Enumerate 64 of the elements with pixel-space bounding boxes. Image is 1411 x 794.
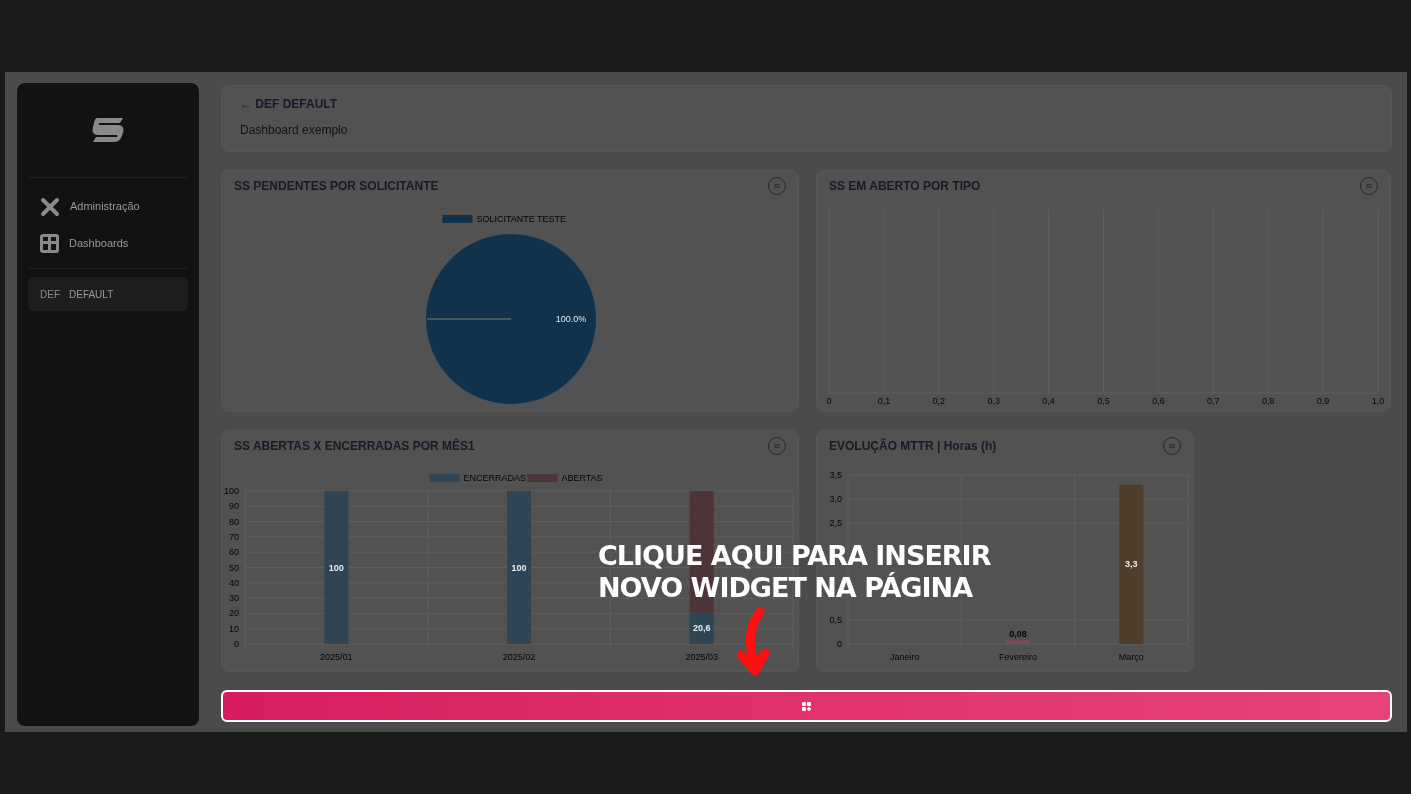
data-label: 100 (328, 562, 344, 573)
axis-label: 70 (229, 531, 239, 542)
data-label: 100.0% (555, 314, 587, 324)
widget-title: SS PENDENTES POR SOLICITANTE (234, 178, 439, 195)
axis-label: 1,0 (1371, 396, 1385, 406)
data-label: 3,3 (1125, 559, 1138, 570)
widgets-icon (802, 701, 811, 711)
axis-label: 0,8 (1261, 396, 1275, 406)
axis-label: 80 (229, 516, 239, 527)
axis-label: 2025/01 (320, 652, 353, 662)
page-subtitle: Dashboard exemplo (240, 122, 348, 139)
tutorial-hint: NOVO WIDGET NA PÁGINA (598, 572, 973, 604)
legend-swatch (442, 215, 473, 223)
tutorial-hint: CLIQUE AQUI PARA INSERIR (598, 540, 991, 572)
axis-label: Março (1118, 652, 1144, 662)
axis-label: Fevereiro (999, 652, 1037, 662)
axis-label: 30 (229, 593, 239, 604)
curved-arrow-icon (735, 607, 771, 677)
axis-label: 0,1 (877, 396, 891, 406)
legend-swatch (527, 474, 558, 482)
axis-label: 0,9 (1316, 396, 1330, 406)
legend-swatch (429, 474, 460, 482)
axis-label: 0,5 (1097, 396, 1110, 406)
data-label: 20,6 (692, 623, 711, 634)
widget-title: SS ABERTAS X ENCERRADAS POR MÊS1 (234, 437, 475, 455)
dashboard-label: DEFAULT (69, 287, 114, 302)
axis-label: 40 (229, 577, 239, 588)
axis-label: 2025/03 (685, 652, 718, 662)
widget-title: EVOLUÇÃO MTTR | Horas (h) (829, 437, 997, 455)
axis-label: 3,5 (829, 470, 842, 480)
widget-title: SS EM ABERTO POR TIPO (829, 178, 981, 195)
axis-label: 0 (234, 639, 239, 649)
axis-label: 0,3 (987, 396, 1000, 406)
dashboard-code: DEF (40, 287, 60, 302)
axis-label: 100 (223, 486, 239, 496)
axis-label: 2,5 (829, 518, 842, 529)
add-widget-button[interactable] (221, 690, 1392, 722)
axis-label: 0,7 (1207, 396, 1220, 406)
logo-icon (91, 118, 125, 142)
axis-label: 60 (229, 547, 239, 558)
legend-label: SOLICITANTE TESTE (476, 214, 567, 224)
axis-label: 0,5 (829, 614, 842, 625)
axis-label: 0,2 (932, 396, 946, 406)
legend-label: ENCERRADAS (463, 473, 526, 483)
axis-label: 50 (229, 562, 239, 573)
data-label: 0,08 (1009, 629, 1027, 640)
axis-label: 0,6 (1152, 396, 1165, 406)
nav-item[interactable]: Administração (28, 188, 188, 225)
axis-label: Janeiro (889, 652, 920, 662)
dashboard-item[interactable]: DEF DEFAULT (28, 277, 188, 311)
axis-label: 10 (229, 623, 239, 634)
axis-label: 0 (837, 639, 842, 649)
data-label: 100 (511, 562, 527, 573)
tools-icon (40, 196, 60, 217)
axis-label: 0 (826, 396, 832, 406)
dashboard-icon (40, 234, 59, 253)
axis-label: 3,0 (829, 494, 842, 505)
legend-label: ABERTAS (561, 473, 603, 483)
axis-label: 90 (229, 501, 239, 512)
nav-item[interactable]: Dashboards (28, 225, 188, 262)
axis-label: 0,4 (1042, 396, 1055, 406)
axis-label: 2025/02 (502, 652, 536, 662)
axis-label: 20 (229, 608, 239, 619)
bar (1006, 640, 1030, 644)
